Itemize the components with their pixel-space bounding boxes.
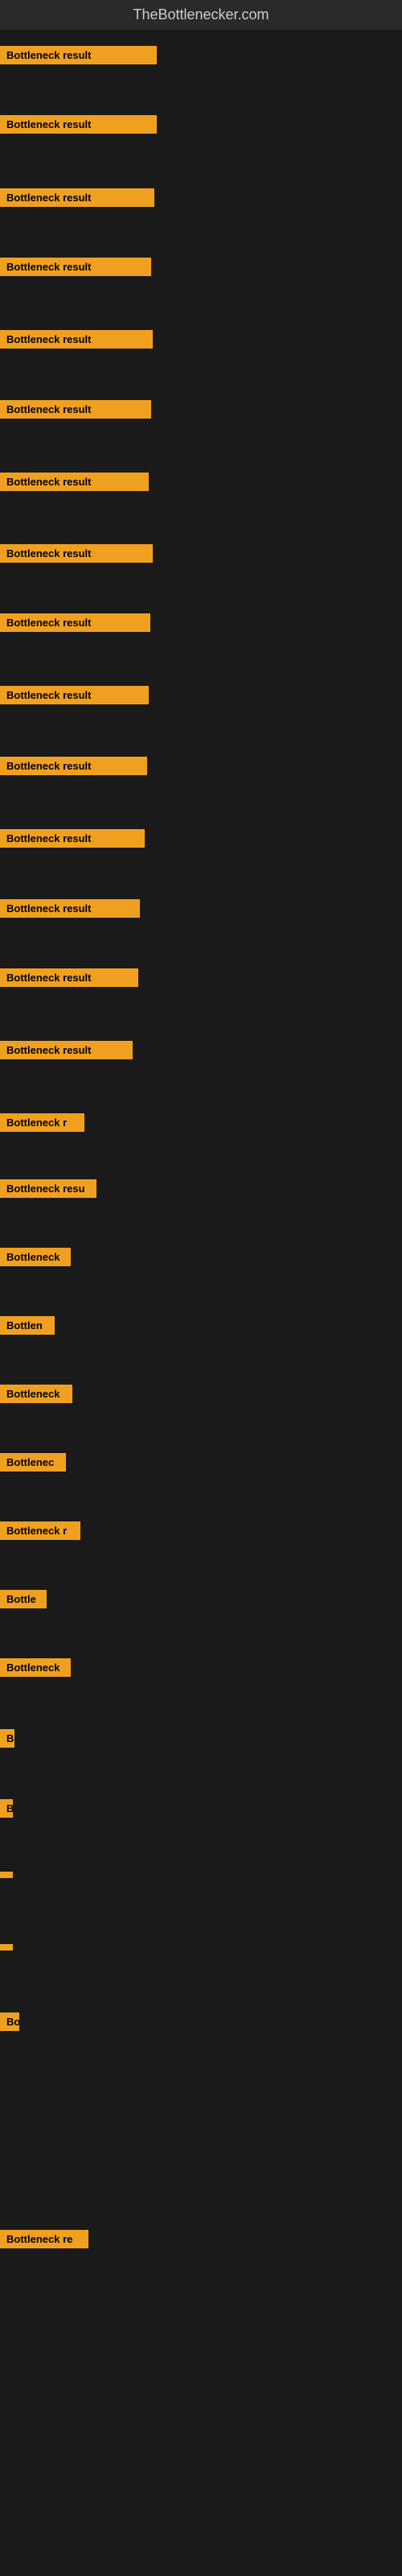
bottleneck-label-12: Bottleneck result: [0, 829, 145, 848]
bottleneck-item-21[interactable]: Bottlenec: [0, 1453, 66, 1476]
bottleneck-label-27: [0, 1872, 13, 1878]
bottleneck-label-24: Bottleneck: [0, 1658, 71, 1677]
bottleneck-item-18[interactable]: Bottleneck: [0, 1248, 71, 1270]
bottleneck-label-4: Bottleneck result: [0, 258, 151, 276]
bottleneck-item-9[interactable]: Bottleneck result: [0, 613, 150, 636]
bottleneck-item-5[interactable]: Bottleneck result: [0, 330, 153, 353]
bottleneck-item-13[interactable]: Bottleneck result: [0, 899, 140, 922]
bottleneck-item-26[interactable]: B: [0, 1799, 13, 1822]
bottleneck-item-22[interactable]: Bottleneck r: [0, 1521, 80, 1544]
bottleneck-item-6[interactable]: Bottleneck result: [0, 400, 151, 423]
bottleneck-label-8: Bottleneck result: [0, 544, 153, 563]
bottleneck-item-11[interactable]: Bottleneck result: [0, 757, 147, 779]
bottleneck-label-16: Bottleneck r: [0, 1113, 84, 1132]
bottleneck-label-19: Bottlen: [0, 1316, 55, 1335]
bottleneck-item-19[interactable]: Bottlen: [0, 1316, 55, 1339]
bottleneck-label-23: Bottle: [0, 1590, 47, 1608]
bottleneck-label-32: Bottleneck re: [0, 2230, 88, 2248]
bottleneck-label-14: Bottleneck result: [0, 968, 138, 987]
bottleneck-label-28: [0, 1944, 13, 1951]
bottleneck-item-7[interactable]: Bottleneck result: [0, 473, 149, 495]
site-title: TheBottlenecker.com: [0, 0, 402, 30]
bottleneck-label-10: Bottleneck result: [0, 686, 149, 704]
bottleneck-label-9: Bottleneck result: [0, 613, 150, 632]
bottleneck-label-26: B: [0, 1799, 13, 1818]
bottleneck-item-23[interactable]: Bottle: [0, 1590, 47, 1612]
bottleneck-item-12[interactable]: Bottleneck result: [0, 829, 145, 852]
bottleneck-item-25[interactable]: B: [0, 1729, 14, 1752]
bottleneck-item-28[interactable]: [0, 1940, 13, 1955]
bottleneck-label-2: Bottleneck result: [0, 115, 157, 134]
bottleneck-label-5: Bottleneck result: [0, 330, 153, 349]
bottleneck-label-22: Bottleneck r: [0, 1521, 80, 1540]
bottleneck-item-3[interactable]: Bottleneck result: [0, 188, 154, 211]
bottleneck-item-17[interactable]: Bottleneck resu: [0, 1179, 96, 1202]
bottleneck-item-8[interactable]: Bottleneck result: [0, 544, 153, 567]
bottleneck-item-2[interactable]: Bottleneck result: [0, 115, 157, 138]
bottleneck-item-4[interactable]: Bottleneck result: [0, 258, 151, 280]
bottleneck-item-24[interactable]: Bottleneck: [0, 1658, 71, 1681]
bottleneck-item-14[interactable]: Bottleneck result: [0, 968, 138, 991]
bottleneck-label-18: Bottleneck: [0, 1248, 71, 1266]
bottleneck-item-27[interactable]: [0, 1868, 13, 1882]
bottleneck-item-29[interactable]: Bo: [0, 2013, 19, 2035]
bottleneck-label-20: Bottleneck: [0, 1385, 72, 1403]
bottleneck-label-21: Bottlenec: [0, 1453, 66, 1472]
bottleneck-label-29: Bo: [0, 2013, 19, 2031]
bottleneck-label-3: Bottleneck result: [0, 188, 154, 207]
bottleneck-label-13: Bottleneck result: [0, 899, 140, 918]
bottleneck-label-1: Bottleneck result: [0, 46, 157, 64]
bottleneck-item-32[interactable]: Bottleneck re: [0, 2230, 88, 2252]
bottleneck-item-16[interactable]: Bottleneck r: [0, 1113, 84, 1136]
bottleneck-label-7: Bottleneck result: [0, 473, 149, 491]
bottleneck-item-1[interactable]: Bottleneck result: [0, 46, 157, 68]
bottleneck-label-11: Bottleneck result: [0, 757, 147, 775]
bottleneck-label-25: B: [0, 1729, 14, 1748]
bottleneck-label-6: Bottleneck result: [0, 400, 151, 419]
bottleneck-item-10[interactable]: Bottleneck result: [0, 686, 149, 708]
bottleneck-item-15[interactable]: Bottleneck result: [0, 1041, 133, 1063]
bottleneck-label-17: Bottleneck resu: [0, 1179, 96, 1198]
bottleneck-label-15: Bottleneck result: [0, 1041, 133, 1059]
bottleneck-item-20[interactable]: Bottleneck: [0, 1385, 72, 1407]
